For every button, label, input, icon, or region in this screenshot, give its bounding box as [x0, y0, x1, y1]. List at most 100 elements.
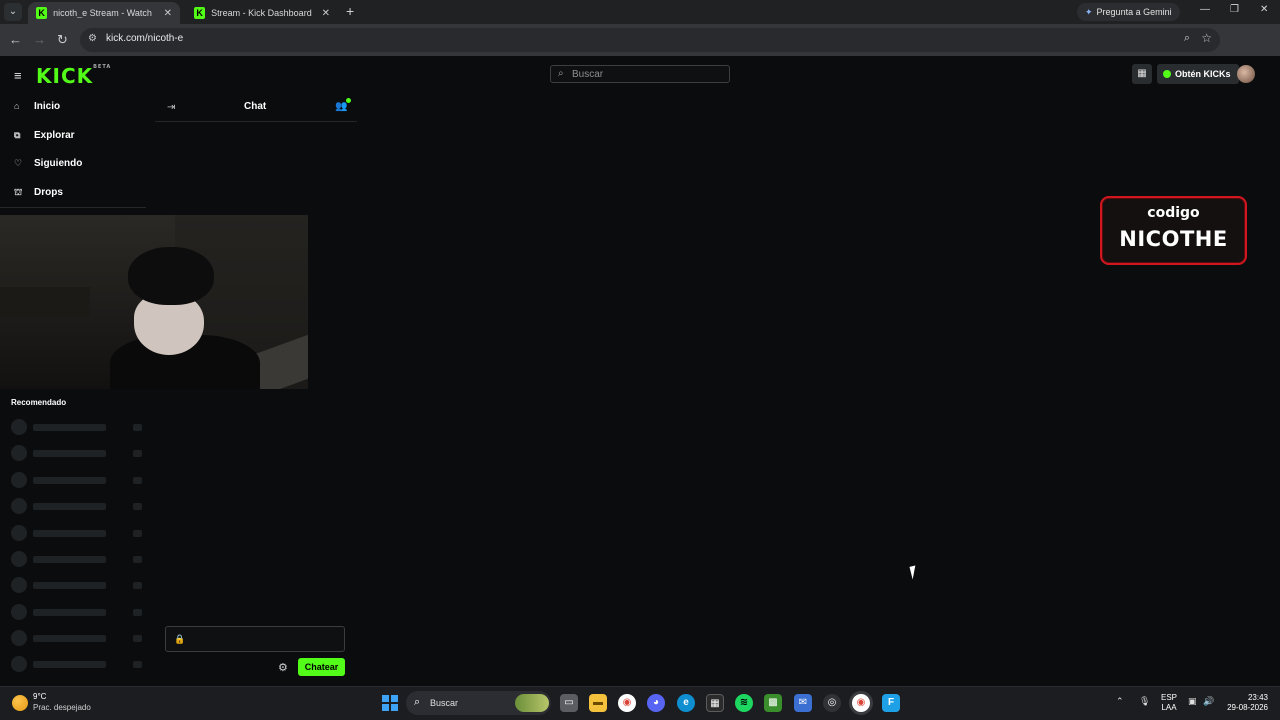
tab-search-button[interactable]: ⌄ — [4, 3, 22, 21]
recommended-title: Recomendado — [11, 398, 67, 407]
sidebar-item-drops[interactable]: ⛫ Drops — [14, 187, 63, 199]
sidebar-item-label: Drops — [34, 187, 63, 198]
close-tab-icon[interactable]: ✕ — [322, 8, 330, 19]
sparkle-icon: ✦ — [1085, 7, 1093, 17]
back-arrow-icon[interactable]: ← — [9, 32, 22, 47]
search-icon: ⌕ — [558, 68, 564, 79]
kick-page: ≡ KICKBETA ⌕ Buscar ▦ Obtén KICKs ⌂ Inici… — [0, 56, 1280, 686]
reload-icon[interactable]: ↻ — [57, 32, 68, 48]
dashboard-icon[interactable]: ▦ — [1132, 64, 1152, 84]
discord-icon[interactable]: ◕ — [647, 694, 665, 712]
volume-icon[interactable]: 🔊 — [1203, 696, 1214, 707]
kick-favicon-icon: K — [36, 7, 48, 19]
lock-icon: 🔒 — [174, 634, 186, 644]
get-kicks-button[interactable]: Obtén KICKs — [1157, 64, 1239, 84]
keyboard-layout: LAA — [1161, 703, 1177, 712]
edge-icon[interactable]: e — [677, 694, 695, 712]
list-item[interactable] — [11, 630, 146, 646]
mouse-cursor-icon — [909, 565, 919, 580]
bookmark-star-icon[interactable]: ☆ — [1201, 31, 1212, 45]
minimize-icon[interactable]: — — [1200, 4, 1210, 15]
clock-date: 29-08-2026 — [1227, 703, 1268, 712]
logo-beta-badge: BETA — [93, 64, 112, 70]
chrome-icon[interactable]: ◉ — [618, 694, 636, 712]
weather-temperature: 9°C — [33, 692, 47, 701]
close-tab-icon[interactable]: ✕ — [164, 8, 172, 19]
steam-icon[interactable]: ◎ — [823, 694, 841, 712]
language-code: ESP — [1161, 693, 1178, 702]
app-f-icon[interactable]: F — [882, 694, 900, 712]
network-icon[interactable]: ▣ — [1188, 696, 1197, 707]
windows-start-icon[interactable] — [382, 695, 398, 711]
file-explorer-icon[interactable]: ▬ — [589, 694, 607, 712]
list-item[interactable] — [11, 525, 146, 541]
chat-message-input[interactable]: 🔒 — [165, 626, 345, 652]
promo-code-value: NICOTHE — [1119, 227, 1228, 251]
minecraft-icon[interactable]: ▩ — [764, 694, 782, 712]
sidebar-item-label: Siguiendo — [34, 158, 83, 169]
zoom-icon[interactable]: ⌕ — [1184, 32, 1190, 45]
new-tab-plus-icon[interactable]: + — [346, 3, 354, 19]
sidebar-item-inicio[interactable]: ⌂ Inicio — [14, 101, 60, 112]
webcam-video[interactable] — [0, 215, 308, 389]
sidebar-item-label: Explorar — [34, 130, 75, 141]
search-icon: ⌕ — [414, 696, 421, 708]
microsoft-store-icon[interactable]: ▦ — [706, 694, 724, 712]
tab-title: nicoth_e Stream - Watch Live o — [53, 8, 153, 18]
browser-toolbar: ← → ↻ ⚙ kick.com/nicoth-e ⌕ ☆ ⋮ — [0, 24, 1280, 70]
promo-code-overlay: codigo NICOTHE — [1100, 196, 1247, 265]
sidebar-item-siguiendo[interactable]: ♡ Siguiendo — [14, 158, 82, 169]
heart-icon: ♡ — [14, 158, 23, 168]
list-item[interactable] — [11, 498, 146, 514]
list-item[interactable] — [11, 577, 146, 593]
list-item[interactable] — [11, 472, 146, 488]
chrome-active-icon[interactable]: ◉ — [852, 694, 870, 712]
chat-settings-gear-icon[interactable]: ⚙ — [278, 661, 288, 674]
show-hidden-icons-chevron-icon[interactable]: ⌃ — [1116, 696, 1124, 707]
sidebar-item-explorar[interactable]: ⧉ Explorar — [14, 130, 75, 141]
mail-icon[interactable]: ✉ — [794, 694, 812, 712]
clock-time: 23:43 — [1247, 693, 1268, 702]
logo-text: KICK — [36, 64, 94, 88]
input-language[interactable]: ESP LAA — [1161, 693, 1177, 713]
task-view-icon[interactable]: ▭ — [560, 694, 578, 712]
collapse-chat-icon[interactable]: ⇥ — [167, 102, 175, 113]
kicks-coin-icon — [1163, 70, 1171, 78]
weather-sun-icon[interactable] — [12, 695, 28, 711]
weather-description: Prac. despejado — [33, 703, 91, 712]
search-highlight-image — [515, 694, 549, 712]
kick-logo[interactable]: KICKBETA — [36, 64, 111, 88]
gemini-button[interactable]: ✦ Pregunta a Gemini — [1077, 3, 1180, 21]
list-item[interactable] — [11, 419, 146, 435]
taskbar-search-box[interactable]: ⌕ Buscar — [406, 691, 551, 715]
search-input[interactable]: ⌕ Buscar — [550, 65, 730, 83]
kick-favicon-icon: K — [194, 7, 206, 19]
list-item[interactable] — [11, 445, 146, 461]
home-icon: ⌂ — [14, 101, 20, 111]
tab-kick-dashboard[interactable]: K Stream - Kick Dashboard ✕ — [186, 2, 338, 24]
sidebar-divider — [0, 207, 146, 208]
restore-icon[interactable]: ❐ — [1230, 4, 1239, 15]
list-item[interactable] — [11, 656, 146, 672]
list-item[interactable] — [11, 551, 146, 567]
close-window-icon[interactable]: ✕ — [1260, 4, 1268, 15]
hamburger-menu-icon[interactable]: ≡ — [14, 68, 22, 83]
system-clock[interactable]: 23:43 29-08-2026 — [1224, 693, 1268, 713]
forward-arrow-icon[interactable]: → — [33, 32, 46, 47]
site-settings-icon[interactable]: ⚙ — [88, 33, 97, 44]
chat-header: ⇥ Chat 👥 — [155, 92, 357, 122]
address-bar[interactable]: ⚙ kick.com/nicoth-e ⌕ ☆ — [80, 28, 1220, 52]
gift-icon: ⛫ — [14, 187, 23, 197]
tab-kick-stream[interactable]: K nicoth_e Stream - Watch Live o ✕ — [28, 2, 180, 24]
get-kicks-label: Obtén KICKs — [1175, 69, 1231, 79]
browser-tab-bar: ⌄ K nicoth_e Stream - Watch Live o ✕ K S… — [0, 0, 1280, 24]
taskbar-search-placeholder: Buscar — [430, 698, 459, 708]
spotify-icon[interactable]: ≋ — [735, 694, 753, 712]
chat-users-icon[interactable]: 👥 — [335, 98, 353, 112]
send-chat-button[interactable]: Chatear — [298, 658, 345, 676]
microphone-icon[interactable]: 🎙 — [1139, 696, 1150, 707]
user-avatar[interactable] — [1237, 65, 1255, 83]
list-item[interactable] — [11, 604, 146, 620]
windows-taskbar: 9°C Prac. despejado ⌕ Buscar ▭ ▬ ◉ ◕ e ▦… — [0, 686, 1280, 720]
sidebar-item-label: Inicio — [34, 101, 61, 112]
